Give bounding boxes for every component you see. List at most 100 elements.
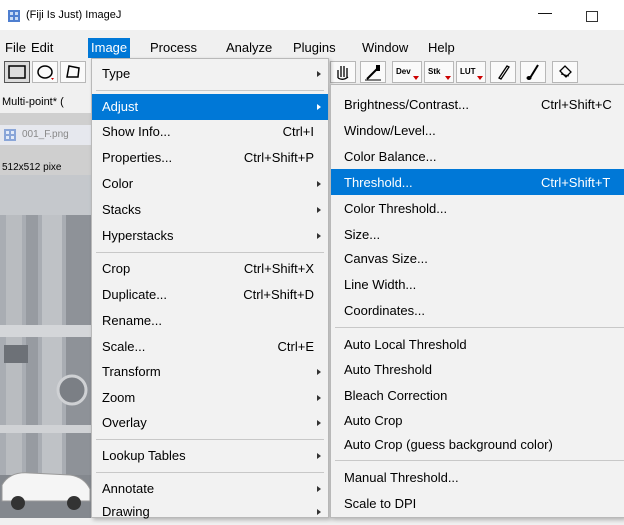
image-window[interactable]: 001_F.png 512x512 pixe xyxy=(0,113,92,518)
menu-item-color[interactable]: Color xyxy=(92,171,328,197)
submenu-item-label: Manual Threshold... xyxy=(344,470,459,485)
menu-process[interactable]: Process xyxy=(150,40,197,55)
menu-bar: File Edit Image Process Analyze Plugins … xyxy=(0,38,624,58)
menu-item-label: Overlay xyxy=(102,415,147,430)
menu-item-show-info[interactable]: Show Info... Ctrl+I xyxy=(92,119,328,145)
menu-window[interactable]: Window xyxy=(362,40,408,55)
menu-separator xyxy=(96,252,324,253)
lut-tool[interactable]: LUT xyxy=(456,61,486,83)
menu-item-label: Type xyxy=(102,66,131,81)
submenu-item-color-threshold[interactable]: Color Threshold... xyxy=(331,195,624,221)
dev-dropdown-indicator xyxy=(413,76,419,80)
brush-icon xyxy=(526,64,539,80)
color-picker-tool[interactable] xyxy=(360,61,386,83)
submenu-arrow-icon xyxy=(317,509,321,515)
submenu-item-auto-crop-guess-bg[interactable]: Auto Crop (guess background color) xyxy=(331,431,624,457)
menu-item-adjust[interactable]: Adjust xyxy=(92,94,328,120)
submenu-item-label: Color Threshold... xyxy=(344,201,448,216)
image-canvas[interactable] xyxy=(0,175,92,518)
menu-help[interactable]: Help xyxy=(428,40,455,55)
submenu-item-color-balance[interactable]: Color Balance... xyxy=(331,143,624,169)
submenu-arrow-icon xyxy=(317,71,321,77)
image-window-titlebar[interactable]: 001_F.png xyxy=(0,125,92,145)
submenu-item-canvas-size[interactable]: Canvas Size... xyxy=(331,245,624,271)
submenu-arrow-icon xyxy=(317,453,321,459)
menu-item-label: Drawing xyxy=(102,504,150,519)
flood-fill-tool[interactable] xyxy=(552,61,578,83)
submenu-item-label: Auto Local Threshold xyxy=(344,337,467,352)
submenu-item-bleach-correction[interactable]: Bleach Correction xyxy=(331,382,624,408)
pencil-tool[interactable] xyxy=(490,61,516,83)
lut-tool-label: LUT xyxy=(460,67,476,76)
menu-item-label: Show Info... xyxy=(102,124,171,139)
dropper-icon xyxy=(365,65,381,81)
submenu-item-manual-threshold[interactable]: Manual Threshold... xyxy=(331,464,624,490)
menu-item-label: Scale... xyxy=(102,339,146,354)
submenu-item-threshold[interactable]: Threshold... Ctrl+Shift+T xyxy=(331,169,624,195)
brush-tool[interactable] xyxy=(520,61,546,83)
menu-item-crop[interactable]: Crop Ctrl+Shift+X xyxy=(92,256,328,282)
oval-icon xyxy=(37,65,54,80)
menu-item-lookup-tables[interactable]: Lookup Tables xyxy=(92,443,328,469)
menu-item-rename[interactable]: Rename... xyxy=(92,308,328,334)
minimize-button[interactable]: — xyxy=(536,4,554,20)
menu-item-label: Properties... xyxy=(102,150,173,165)
submenu-item-brightness-contrast[interactable]: Brightness/Contrast... Ctrl+Shift+C xyxy=(331,91,624,117)
rectangle-tool[interactable] xyxy=(4,61,30,83)
menu-item-duplicate[interactable]: Duplicate... Ctrl+Shift+D xyxy=(92,282,328,308)
image-window-icon xyxy=(4,129,16,141)
menu-item-zoom[interactable]: Zoom xyxy=(92,385,328,411)
dev-tool[interactable]: Dev xyxy=(392,61,422,83)
submenu-arrow-icon xyxy=(317,233,321,239)
pencil-icon xyxy=(498,65,510,80)
polygon-tool[interactable] xyxy=(60,61,86,83)
submenu-item-label: Auto Crop (guess background color) xyxy=(344,437,553,452)
menu-plugins[interactable]: Plugins xyxy=(293,40,336,55)
submenu-item-label: Threshold... xyxy=(344,175,413,190)
submenu-item-shortcut: Ctrl+Shift+T xyxy=(541,175,611,190)
submenu-item-auto-crop[interactable]: Auto Crop xyxy=(331,407,624,433)
menu-item-label: Duplicate... xyxy=(102,287,168,302)
maximize-button[interactable] xyxy=(586,11,598,22)
menu-item-properties[interactable]: Properties... Ctrl+Shift+P xyxy=(92,145,328,171)
submenu-item-label: Auto Threshold xyxy=(344,362,432,377)
menu-item-label: Hyperstacks xyxy=(102,228,174,243)
stk-tool-label: Stk xyxy=(428,67,441,76)
submenu-separator xyxy=(335,327,624,328)
adjust-submenu: Brightness/Contrast... Ctrl+Shift+C Wind… xyxy=(330,84,624,518)
menu-item-label: Color xyxy=(102,176,134,191)
menu-item-label: Zoom xyxy=(102,390,136,405)
menu-item-transform[interactable]: Transform xyxy=(92,359,328,385)
submenu-item-label: Size... xyxy=(344,227,381,242)
menu-item-shortcut: Ctrl+E xyxy=(277,339,314,354)
menu-edit[interactable]: Edit xyxy=(31,40,53,55)
submenu-item-scale-to-dpi[interactable]: Scale to DPI xyxy=(331,490,624,516)
menu-item-drawing[interactable]: Drawing xyxy=(92,499,328,525)
submenu-item-auto-local-threshold[interactable]: Auto Local Threshold xyxy=(331,331,624,357)
menu-file[interactable]: File xyxy=(5,40,26,55)
stk-dropdown-indicator xyxy=(445,76,451,80)
submenu-item-auto-threshold[interactable]: Auto Threshold xyxy=(331,356,624,382)
menu-analyze[interactable]: Analyze xyxy=(226,40,272,55)
menu-image[interactable]: Image xyxy=(88,38,131,58)
menu-item-overlay[interactable]: Overlay xyxy=(92,410,328,436)
stk-tool[interactable]: Stk xyxy=(424,61,454,83)
submenu-arrow-icon xyxy=(317,395,321,401)
menu-item-stacks[interactable]: Stacks xyxy=(92,197,328,223)
oval-tool[interactable] xyxy=(32,61,58,83)
scroll-tool[interactable] xyxy=(330,61,356,83)
menu-separator xyxy=(96,439,324,440)
menu-item-shortcut: Ctrl+I xyxy=(282,124,314,139)
submenu-item-line-width[interactable]: Line Width... xyxy=(331,271,624,297)
submenu-item-size[interactable]: Size... xyxy=(331,221,624,247)
submenu-item-window-level[interactable]: Window/Level... xyxy=(331,117,624,143)
menu-item-hyperstacks[interactable]: Hyperstacks xyxy=(92,223,328,249)
imagej-app-icon xyxy=(8,10,20,22)
submenu-arrow-icon xyxy=(317,369,321,375)
menu-item-type[interactable]: Type xyxy=(92,61,328,87)
submenu-item-coordinates[interactable]: Coordinates... xyxy=(331,297,624,323)
submenu-item-shortcut: Ctrl+Shift+C xyxy=(541,97,612,112)
menu-item-label: Crop xyxy=(102,261,131,276)
menu-item-scale[interactable]: Scale... Ctrl+E xyxy=(92,334,328,360)
building-photo xyxy=(0,175,92,518)
